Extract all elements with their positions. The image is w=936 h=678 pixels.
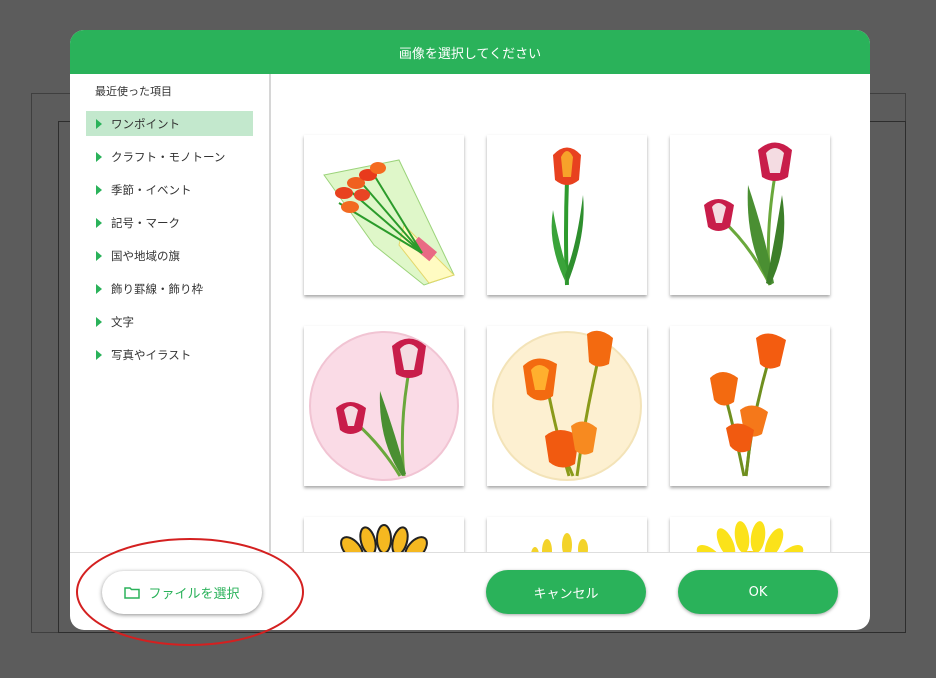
- dialog-header: 画像を選択してください: [70, 30, 870, 74]
- category-label: 季節・イベント: [111, 182, 192, 197]
- choose-file-button[interactable]: ファイルを選択: [102, 571, 262, 614]
- category-one-point[interactable]: ワンポイント: [86, 111, 253, 136]
- category-label: クラフト・モノトーン: [111, 149, 226, 164]
- category-borders-frames[interactable]: 飾り罫線・飾り枠: [86, 276, 253, 301]
- orange-tulips-cream-circle-icon: [492, 330, 642, 481]
- category-label: 写真やイラスト: [111, 347, 192, 362]
- gallery-item[interactable]: [670, 135, 830, 295]
- category-sidebar: 最近使った項目 ワンポイント クラフト・モノトーン 季節・イベント 記号・マーク…: [70, 74, 271, 552]
- single-red-tulip-icon: [551, 147, 584, 286]
- category-photos-illustrations[interactable]: 写真やイラスト: [86, 342, 253, 367]
- recent-items-link[interactable]: 最近使った項目: [95, 83, 172, 99]
- category-flags[interactable]: 国や地域の旗: [86, 243, 253, 268]
- category-label: 飾り罫線・飾り枠: [111, 281, 203, 296]
- gallery-item[interactable]: [487, 517, 647, 552]
- gallery-item[interactable]: [304, 517, 464, 552]
- category-label: ワンポイント: [111, 116, 180, 131]
- image-gallery: [271, 74, 870, 552]
- gallery-item[interactable]: [670, 517, 830, 552]
- triangle-right-icon: [96, 118, 102, 129]
- triangle-right-icon: [96, 151, 102, 162]
- category-text[interactable]: 文字: [86, 309, 253, 334]
- sunflower-outline-icon: [340, 524, 428, 552]
- ok-button[interactable]: OK: [678, 570, 838, 614]
- folder-icon: [124, 587, 141, 599]
- gallery-item[interactable]: [670, 326, 830, 486]
- triangle-right-icon: [96, 217, 102, 228]
- triangle-right-icon: [96, 316, 102, 327]
- tulips-pink-circle-icon: [309, 331, 459, 481]
- cancel-button[interactable]: キャンセル: [486, 570, 646, 614]
- image-select-dialog: 画像を選択してください 最近使った項目 ワンポイント クラフト・モノトーン 季節…: [70, 30, 870, 630]
- gallery-item[interactable]: [487, 135, 647, 295]
- triangle-right-icon: [96, 184, 102, 195]
- tulip-bouquet-icon: [323, 159, 455, 286]
- gallery-item[interactable]: [487, 326, 647, 486]
- category-symbol-mark[interactable]: 記号・マーク: [86, 210, 253, 235]
- category-label: 文字: [111, 314, 134, 329]
- yellow-flower-icon: [531, 533, 588, 552]
- footer-divider: [70, 552, 870, 553]
- dialog-title: 画像を選択してください: [398, 46, 542, 62]
- sunflower-icon: [696, 521, 804, 552]
- triangle-right-icon: [96, 349, 102, 360]
- category-label: 記号・マーク: [111, 215, 180, 230]
- category-list: ワンポイント クラフト・モノトーン 季節・イベント 記号・マーク 国や地域の旗 …: [86, 111, 253, 375]
- triangle-right-icon: [96, 250, 102, 261]
- choose-file-label: ファイルを選択: [148, 587, 240, 602]
- category-craft-monotone[interactable]: クラフト・モノトーン: [86, 144, 253, 169]
- triangle-right-icon: [96, 283, 102, 294]
- category-label: 国や地域の旗: [111, 248, 180, 263]
- pink-white-tulips-icon: [704, 142, 792, 286]
- gallery-item[interactable]: [304, 326, 464, 486]
- orange-tulips-icon: [710, 333, 786, 477]
- gallery-item[interactable]: [304, 135, 464, 295]
- category-season-event[interactable]: 季節・イベント: [86, 177, 253, 202]
